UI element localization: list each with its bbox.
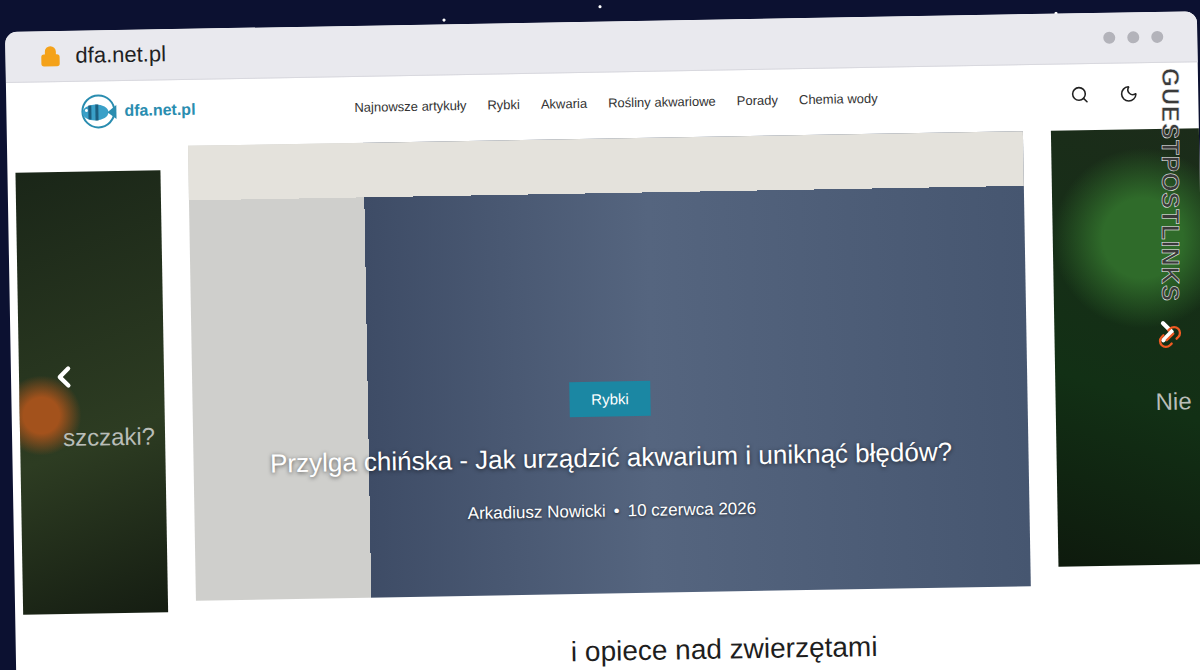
browser-window: dfa.net.pl dfa.net.pl Najnowsze artykuły Ry…: [5, 11, 1200, 670]
nav-item[interactable]: Akwaria: [541, 95, 588, 111]
watermark-text: GUESTPOSTLINKS: [1156, 68, 1184, 302]
side-slide-title[interactable]: Nie: [1155, 387, 1191, 416]
window-controls: [1103, 31, 1163, 44]
logo-text[interactable]: dfa.net.pl: [124, 101, 195, 120]
fish-logo-icon: [74, 93, 119, 130]
scene: dfa.net.pl dfa.net.pl Najnowsze artykuły Ry…: [0, 0, 1200, 670]
window-dot[interactable]: [1151, 31, 1163, 43]
url[interactable]: dfa.net.pl: [75, 25, 1089, 69]
nav-item[interactable]: Porady: [737, 92, 778, 108]
slide-title[interactable]: Przylga chińska - Jak urządzić akwarium …: [250, 436, 973, 480]
chevron-left-icon: [47, 360, 82, 395]
nav-item[interactable]: Rośliny akwariowe: [608, 93, 716, 110]
logo[interactable]: dfa.net.pl: [74, 89, 355, 130]
watermark: GUESTPOSTLINKS: [1155, 55, 1185, 351]
main-slide[interactable]: Rybki Przylga chińska - Jak urządzić akwa…: [188, 131, 1031, 601]
category-badge[interactable]: Rybki: [569, 381, 651, 417]
slide-meta: Arkadiusz Nowicki • 10 czerwca 2026: [468, 499, 757, 524]
main-nav: Najnowsze artykuły Rybki Akwaria Rośliny ak…: [354, 87, 1070, 114]
address-bar[interactable]: dfa.net.pl: [5, 11, 1198, 83]
section-heading: i opiece nad zwierzętami: [571, 625, 1200, 668]
nav-item[interactable]: Chemia wody: [799, 90, 878, 106]
carousel: szczaki? Rybki Przylga chińska - Jak urząd…: [7, 122, 1200, 604]
lock-icon: [39, 45, 61, 67]
author[interactable]: Arkadiusz Nowicki: [468, 502, 606, 524]
moon-icon[interactable]: [1119, 84, 1138, 103]
side-slide[interactable]: szczaki?: [15, 170, 168, 614]
separator: •: [614, 501, 620, 521]
side-slide-title[interactable]: szczaki?: [63, 422, 156, 452]
link-icon: [1150, 317, 1190, 357]
date: 10 czerwca 2026: [627, 499, 756, 521]
window-dot[interactable]: [1127, 31, 1139, 43]
watermark-text-box: GUESTPOSTLINKS: [1155, 55, 1185, 315]
header-icons: [1070, 84, 1138, 104]
nav-item[interactable]: Rybki: [487, 97, 520, 113]
nav-item[interactable]: Najnowsze artykuły: [354, 97, 466, 114]
search-icon[interactable]: [1070, 85, 1089, 104]
content-section: i opiece nad zwierzętami: [15, 583, 1200, 670]
prev-button[interactable]: [47, 360, 82, 398]
window-dot[interactable]: [1103, 32, 1115, 44]
